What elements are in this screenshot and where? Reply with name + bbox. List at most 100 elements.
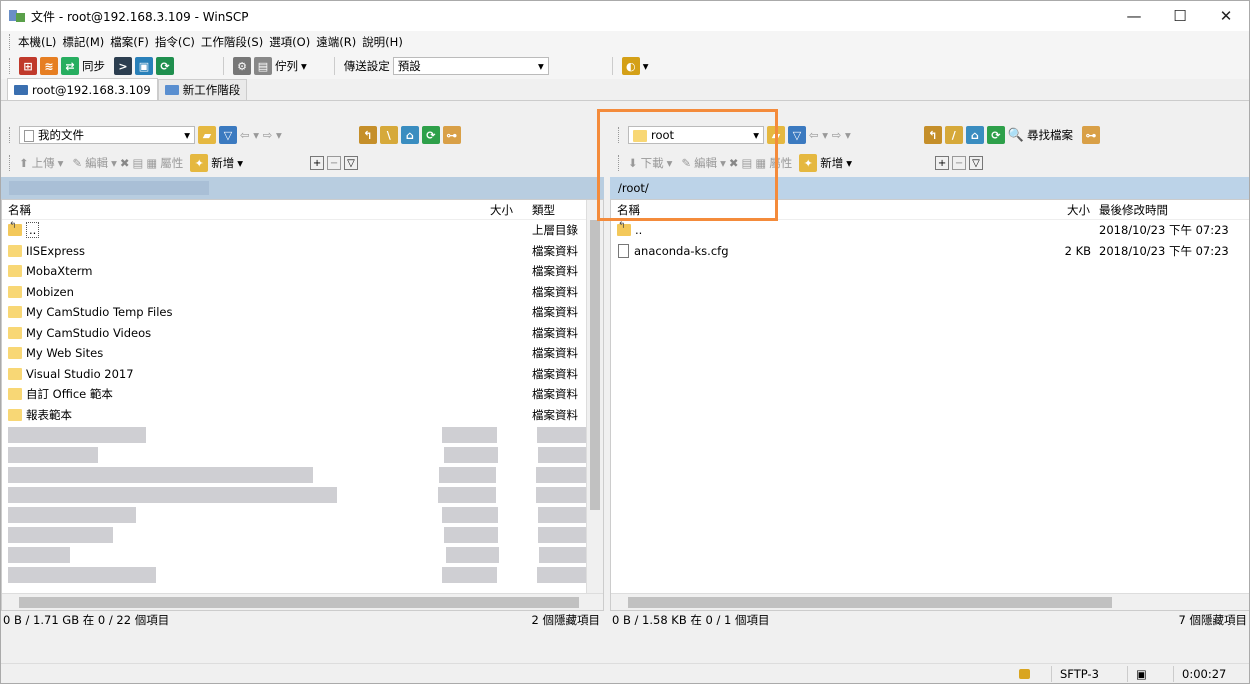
- settings-icon[interactable]: ⚙: [233, 57, 251, 75]
- queue-icon[interactable]: ▤: [254, 57, 272, 75]
- queue-label[interactable]: 佇列: [275, 58, 298, 74]
- local-location-combo[interactable]: 我的文件 ▾: [19, 126, 195, 144]
- list-item[interactable]: My Web Sites 檔案資料: [2, 343, 603, 364]
- remote-location-combo[interactable]: root ▾: [628, 126, 764, 144]
- list-item[interactable]: 報表範本 檔案資料: [2, 405, 603, 426]
- compare-icon[interactable]: ⊞: [19, 57, 37, 75]
- list-item[interactable]: My CamStudio Videos 檔案資料: [2, 323, 603, 344]
- edit-icon[interactable]: ✎: [72, 156, 82, 170]
- open-folder-icon[interactable]: ▰: [198, 126, 216, 144]
- new-folder-icon[interactable]: ✦: [190, 154, 209, 172]
- properties-button[interactable]: 屬性: [769, 155, 792, 171]
- chevron-down-icon[interactable]: ▾: [643, 59, 649, 73]
- unselect-icon[interactable]: −: [952, 156, 967, 170]
- refresh-icon[interactable]: ⟳: [421, 126, 440, 144]
- menu-remote[interactable]: 遠端(R): [314, 34, 360, 50]
- list-item[interactable]: Mobizen 檔案資料: [2, 282, 603, 303]
- back-icon[interactable]: ⇦ ▾ ⇨ ▾: [809, 128, 851, 142]
- filter-icon[interactable]: ▽: [219, 126, 237, 144]
- download-icon[interactable]: ⬇: [628, 156, 638, 170]
- delete-icon[interactable]: ✖: [729, 156, 739, 170]
- new-button[interactable]: 新增: [820, 155, 843, 171]
- lock-icon[interactable]: [1011, 666, 1038, 682]
- filter-select-icon[interactable]: ▽: [969, 156, 984, 170]
- root-dir-icon[interactable]: /: [944, 126, 963, 144]
- menu-files[interactable]: 檔案(F): [108, 34, 153, 50]
- column-name[interactable]: 名稱: [8, 202, 31, 218]
- column-size[interactable]: 大小: [1067, 202, 1090, 218]
- menu-options[interactable]: 選項(O): [267, 34, 314, 50]
- close-icon[interactable]: ✕: [1203, 1, 1249, 31]
- menu-commands[interactable]: 指令(C): [153, 34, 199, 50]
- tree-icon[interactable]: ⊶: [1081, 126, 1100, 144]
- chevron-down-icon[interactable]: ▾: [237, 156, 243, 170]
- menu-local[interactable]: 本機(L): [16, 34, 60, 50]
- sync-label[interactable]: 同步: [82, 58, 105, 74]
- local-horizontal-scrollbar[interactable]: [2, 593, 603, 610]
- download-button[interactable]: 下載: [641, 155, 664, 171]
- find-files-icon[interactable]: 🔍: [1008, 128, 1024, 143]
- tree-icon[interactable]: ⊶: [442, 126, 461, 144]
- menu-help[interactable]: 說明(H): [360, 34, 407, 50]
- select-all-icon[interactable]: +: [310, 156, 325, 170]
- delete-icon[interactable]: ✖: [120, 156, 130, 170]
- properties-icon[interactable]: ▦: [755, 156, 766, 170]
- root-dir-icon[interactable]: \: [379, 126, 398, 144]
- new-folder-icon[interactable]: ✦: [799, 154, 818, 172]
- upload-icon[interactable]: ⬆: [19, 156, 29, 170]
- refresh-session-icon[interactable]: ⟳: [156, 57, 174, 75]
- winscp-app-icon: [9, 8, 25, 24]
- unselect-icon[interactable]: −: [327, 156, 342, 170]
- home-icon[interactable]: ⌂: [400, 126, 419, 144]
- terminal-icon[interactable]: >: [114, 57, 132, 75]
- refresh-icon[interactable]: ⟳: [986, 126, 1005, 144]
- list-item[interactable]: Visual Studio 2017 檔案資料: [2, 364, 603, 385]
- remote-horizontal-scrollbar[interactable]: [611, 593, 1249, 610]
- column-modified[interactable]: 最後修改時間: [1099, 202, 1168, 218]
- find-files-button[interactable]: 尋找檔案: [1027, 127, 1073, 143]
- home-icon[interactable]: ⌂: [965, 126, 984, 144]
- list-item[interactable]: MobaXterm 檔案資料: [2, 261, 603, 282]
- column-size[interactable]: 大小: [490, 202, 513, 218]
- select-all-icon[interactable]: +: [935, 156, 950, 170]
- list-item[interactable]: IISExpress 檔案資料: [2, 241, 603, 262]
- chevron-down-icon[interactable]: ▾: [846, 156, 852, 170]
- edit-icon[interactable]: ✎: [681, 156, 691, 170]
- open-folder-icon[interactable]: ▰: [767, 126, 785, 144]
- rename-icon[interactable]: ▤: [741, 156, 752, 170]
- local-file-list[interactable]: 名稱 大小 類型 .. 上層目錄 IISExpress 檔案資料 MobaXte…: [1, 199, 604, 611]
- minimize-icon[interactable]: —: [1111, 1, 1157, 31]
- menu-mark[interactable]: 標記(M): [60, 34, 108, 50]
- back-icon[interactable]: ⇦ ▾ ⇨ ▾: [240, 128, 282, 142]
- putty-icon[interactable]: ▣: [135, 57, 153, 75]
- maximize-icon[interactable]: ☐: [1157, 1, 1203, 31]
- parent-dir-icon[interactable]: ↰: [923, 126, 942, 144]
- filter-select-icon[interactable]: ▽: [344, 156, 359, 170]
- chevron-down-icon[interactable]: ▾: [301, 59, 307, 73]
- list-item[interactable]: .. 2018/10/23 下午 07:23: [611, 220, 1249, 241]
- browser-icon[interactable]: ◐: [621, 57, 640, 75]
- local-vertical-scrollbar[interactable]: [586, 200, 603, 593]
- properties-button[interactable]: 屬性: [160, 155, 183, 171]
- remote-file-list[interactable]: 名稱 大小 最後修改時間 .. 2018/10/23 下午 07:23 anac…: [610, 199, 1249, 611]
- list-item[interactable]: anaconda-ks.cfg 2 KB 2018/10/23 下午 07:23: [611, 241, 1249, 262]
- menu-session[interactable]: 工作階段(S): [199, 34, 267, 50]
- upload-button[interactable]: 上傳: [32, 155, 55, 171]
- list-item[interactable]: 自訂 Office 範本 檔案資料: [2, 384, 603, 405]
- filter-icon[interactable]: ▽: [788, 126, 806, 144]
- edit-button[interactable]: 編輯: [85, 155, 108, 171]
- tab-new-session[interactable]: 新工作階段: [157, 79, 248, 100]
- rename-icon[interactable]: ▤: [132, 156, 143, 170]
- tab-session-root[interactable]: root@192.168.3.109: [7, 78, 158, 100]
- new-button[interactable]: 新增: [211, 155, 234, 171]
- list-item[interactable]: My CamStudio Temp Files 檔案資料: [2, 302, 603, 323]
- parent-dir-icon[interactable]: ↰: [358, 126, 377, 144]
- properties-icon[interactable]: ▦: [146, 156, 157, 170]
- edit-button[interactable]: 編輯: [694, 155, 717, 171]
- sync-browse-icon[interactable]: ≋: [40, 57, 58, 75]
- sync-icon[interactable]: ⇄: [61, 57, 79, 75]
- column-type[interactable]: 類型: [532, 202, 555, 218]
- column-name[interactable]: 名稱: [617, 202, 640, 218]
- transfer-settings-combo[interactable]: 預設 ▾: [392, 57, 549, 75]
- list-item[interactable]: .. 上層目錄: [2, 220, 603, 241]
